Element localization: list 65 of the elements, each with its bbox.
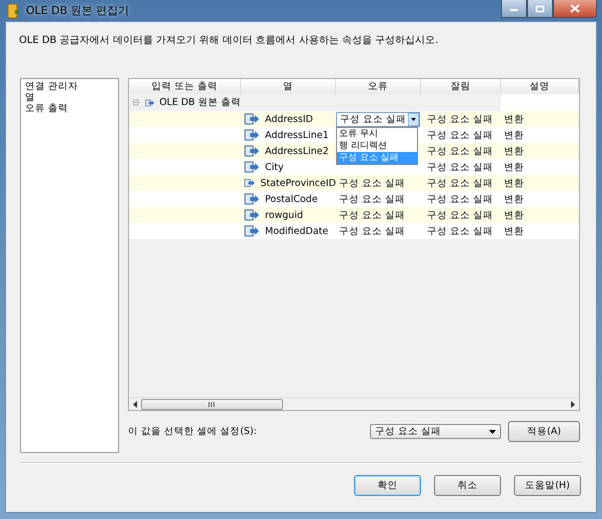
dropdown-arrow-icon [408, 112, 419, 126]
table-cell: StateProvinceID [260, 178, 336, 188]
table-cell: 변환 [504, 208, 524, 222]
dropdown-arrow-icon [489, 430, 496, 434]
table-cell: 구성 요소 실패 [427, 176, 494, 190]
column-icon [244, 177, 256, 189]
error-dropdown[interactable]: 구성 요소 실패 [336, 112, 420, 126]
output-label: OLE DB 원본 출력 [159, 96, 241, 109]
table-cell: ModifiedDate [265, 226, 328, 236]
table-cell: 구성 요소 실패 [339, 192, 406, 206]
table-cell: 구성 요소 실패 [339, 176, 406, 190]
window-title: OLE DB 원본 편집기 [26, 3, 130, 18]
table-cell: 변환 [504, 192, 524, 206]
table-cell: City [265, 162, 284, 172]
table-cell: 구성 요소 실패 [427, 160, 494, 174]
table-cell: 구성 요소 실패 [427, 128, 494, 142]
page-list-item[interactable]: 연결 관리자 [25, 81, 78, 92]
table-cell: 구성 요소 실패 [427, 144, 494, 158]
table-cell: 구성 요소 실패 [339, 224, 406, 238]
table-cell: 구성 요소 실패 [339, 208, 406, 222]
grip-icon [208, 402, 216, 406]
column-icon [244, 209, 260, 221]
close-icon [570, 4, 580, 13]
table-cell: 구성 요소 실패 [427, 192, 494, 206]
column-icon [244, 193, 260, 205]
table-cell: AddressID [265, 114, 313, 124]
output-icon [144, 96, 154, 108]
table-cell: 변환 [504, 112, 524, 126]
column-icon [244, 113, 260, 125]
table-cell: 변환 [504, 144, 524, 158]
maximize-button[interactable] [527, 0, 553, 18]
table-cell: 변환 [504, 128, 524, 142]
dialog-button[interactable]: 확인 [354, 475, 421, 496]
value-dropdown[interactable]: 구성 요소 실패 [370, 424, 501, 439]
collapse-icon[interactable] [133, 98, 139, 107]
scroll-left-icon[interactable] [132, 400, 138, 408]
page-list-item[interactable]: 오류 출력 [25, 103, 68, 114]
minimize-button[interactable] [501, 0, 527, 18]
column-icon [244, 225, 260, 237]
set-value-label: 이 값을 선택한 셀에 설정(S): [128, 425, 258, 438]
scroll-right-icon[interactable] [570, 400, 576, 408]
column-icon [244, 129, 260, 141]
dropdown-option[interactable]: 행 리디렉션 [337, 140, 417, 152]
dropdown-option[interactable]: 오류 무시 [337, 128, 417, 140]
page-list-item[interactable]: 열 [25, 92, 35, 103]
table-cell: 변환 [504, 160, 524, 174]
table-cell: rowguid [265, 210, 303, 220]
table-cell: 구성 요소 실패 [427, 112, 494, 126]
description-text: OLE DB 공급자에서 데이터를 가져오기 위해 데이터 흐름에서 사용하는 속성을 구성하십시오. [19, 34, 440, 48]
apply-button[interactable]: 적용(A) [508, 421, 580, 442]
dialog-button[interactable]: 취소 [434, 475, 501, 496]
horizontal-scrollbar[interactable] [129, 397, 579, 410]
maximize-icon [535, 4, 545, 12]
table-cell: AddressLine2 [265, 146, 329, 156]
table-cell: 변환 [504, 224, 524, 238]
column-icon [244, 145, 260, 157]
dialog-button[interactable]: 도움말(H) [514, 475, 581, 496]
table-cell: AddressLine1 [265, 130, 329, 140]
app-icon [7, 2, 21, 18]
table-cell: 구성 요소 실패 [427, 208, 494, 222]
column-icon [244, 161, 260, 173]
table-cell: PostalCode [265, 194, 318, 204]
table-cell: 구성 요소 실패 [427, 224, 494, 238]
close-button[interactable] [553, 0, 597, 18]
table-cell: 변환 [504, 176, 524, 190]
